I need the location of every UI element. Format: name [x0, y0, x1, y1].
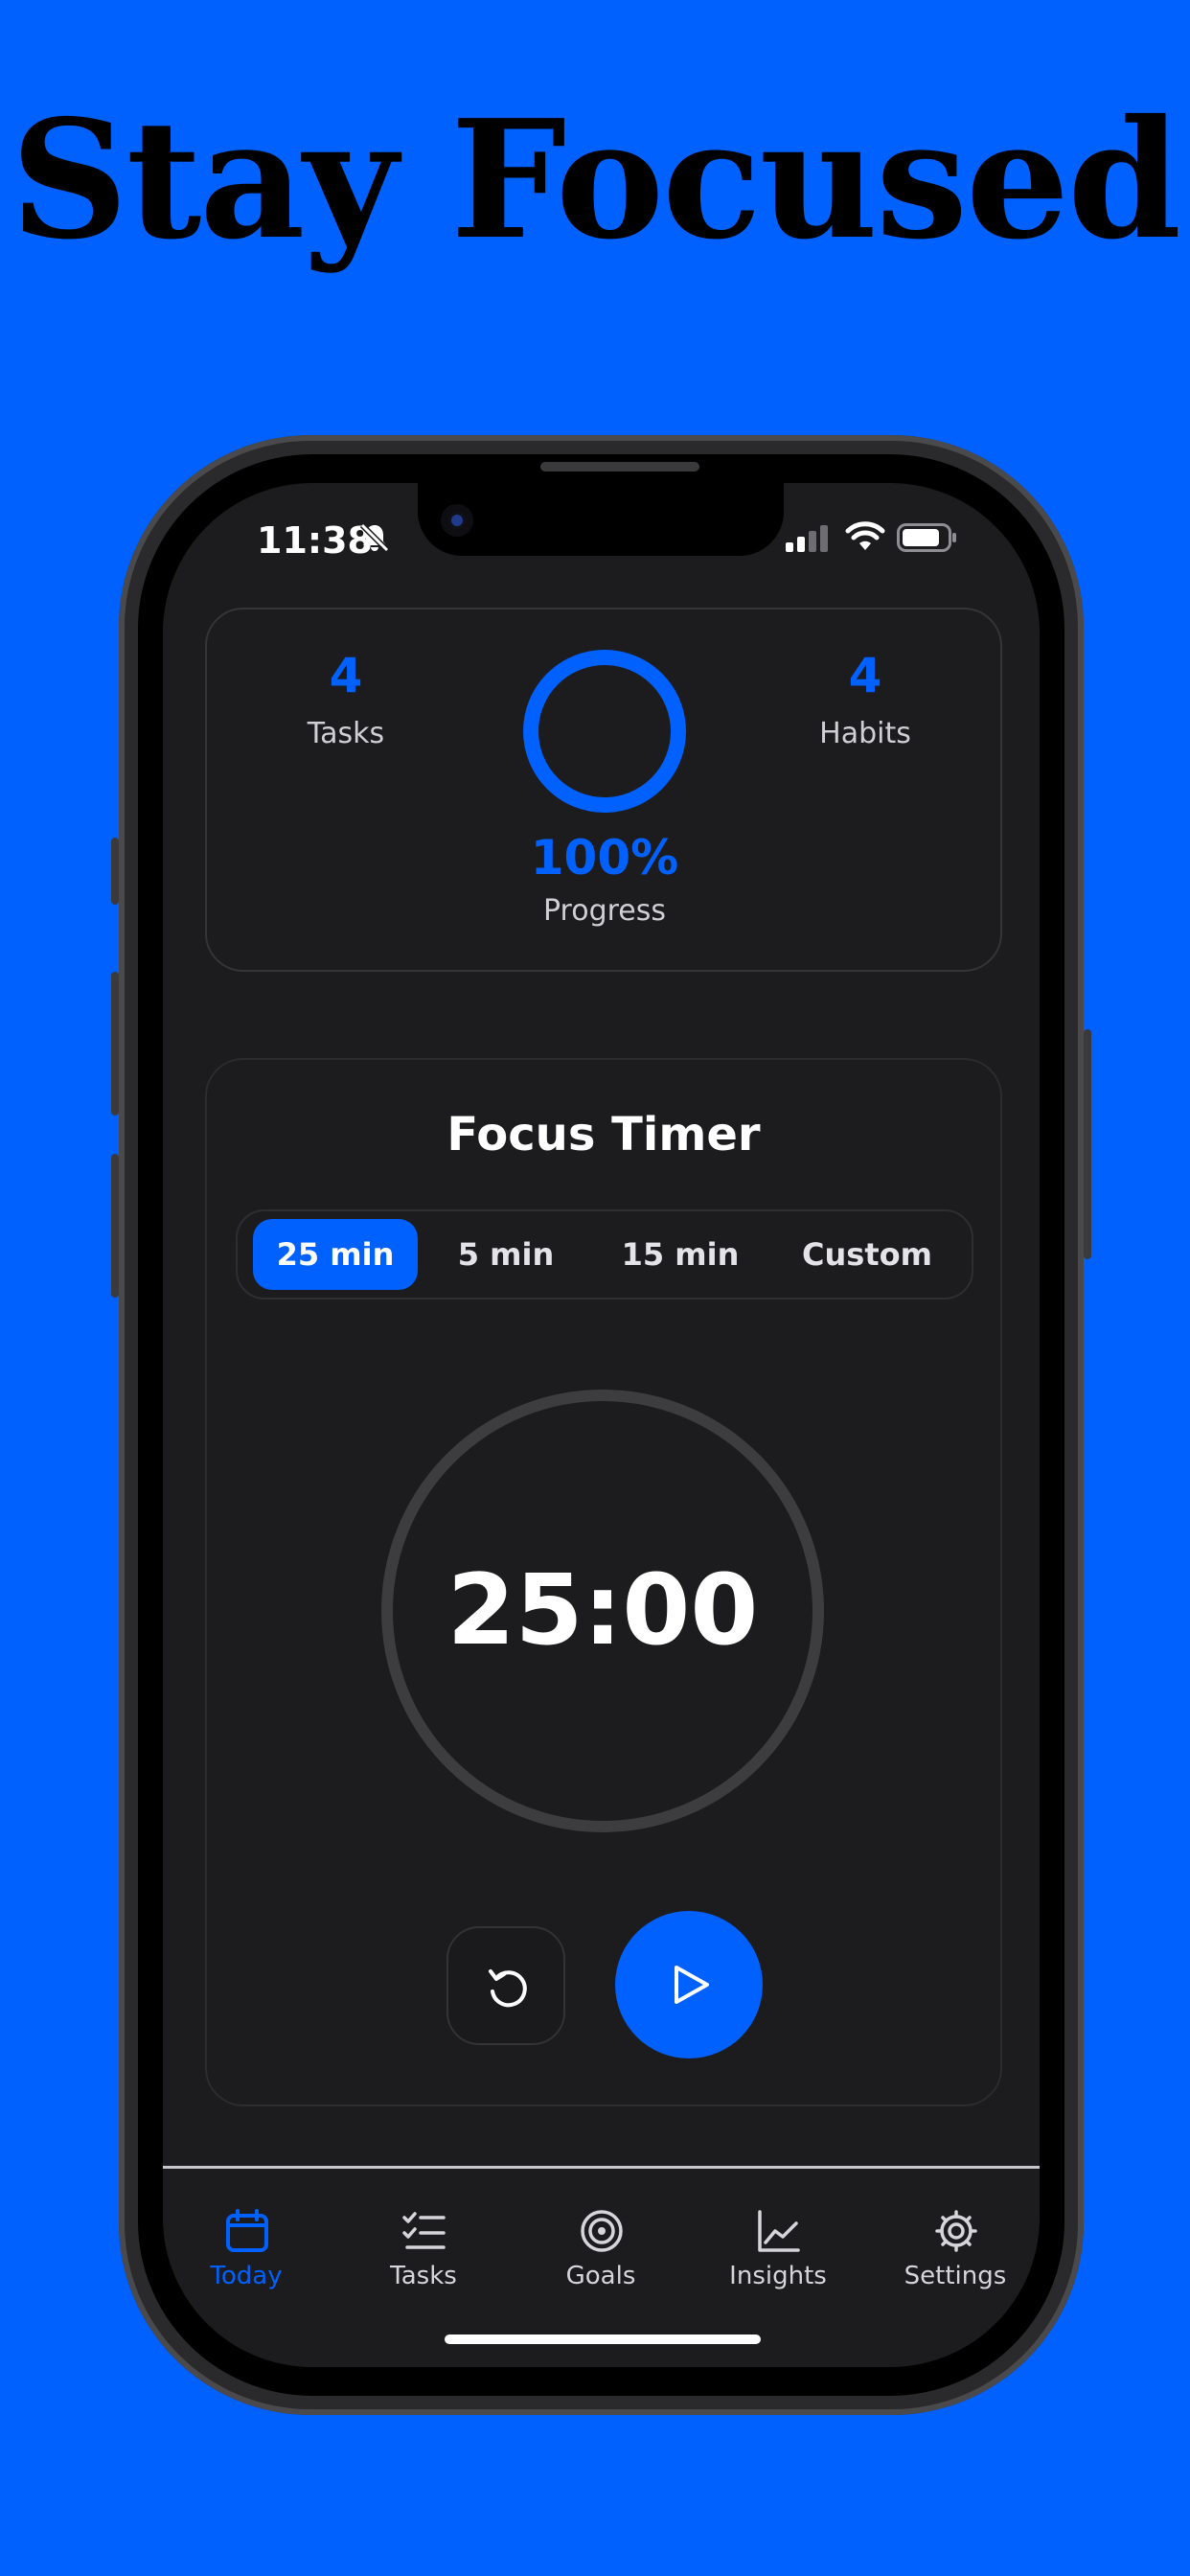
silent-switch: [111, 838, 119, 905]
tasks-label: Tasks: [307, 717, 385, 750]
tab-today-label: Today: [210, 2262, 283, 2290]
volume-up-button: [111, 972, 119, 1116]
timer-display: 25:00: [446, 1553, 759, 1668]
app-screen: 11:38 4 Tasks 4 Habits 100% Progress Foc…: [163, 483, 1040, 2367]
target-icon: [581, 2210, 623, 2252]
chart-icon: [758, 2210, 800, 2252]
tab-settings[interactable]: Settings: [874, 2208, 1037, 2294]
tab-insights[interactable]: Insights: [697, 2208, 859, 2294]
stats-card: 4 Tasks 4 Habits 100% Progress: [205, 608, 1002, 972]
volume-down-button: [111, 1154, 119, 1298]
reset-button[interactable]: [446, 1926, 565, 2045]
duration-selector: 25 min 5 min 15 min Custom: [236, 1209, 973, 1300]
headline: Stay Focused: [10, 84, 1181, 276]
tab-goals-label: Goals: [565, 2262, 636, 2290]
timer-ring: 25:00: [381, 1390, 824, 1832]
battery-icon: [897, 523, 958, 556]
checklist-icon: [402, 2212, 446, 2249]
duration-option-5-min[interactable]: 5 min: [429, 1219, 583, 1290]
progress-percent: 100%: [530, 830, 679, 886]
tab-insights-label: Insights: [729, 2262, 827, 2290]
wifi-icon: [845, 521, 885, 556]
calendar-icon: [226, 2209, 268, 2252]
status-time: 11:38: [257, 519, 373, 562]
focus-timer-card: Focus Timer 25 min 5 min 15 min Custom 2…: [205, 1058, 1002, 2106]
phone-frame: 11:38 4 Tasks 4 Habits 100% Progress Foc…: [111, 435, 1091, 2415]
camera-icon: [441, 504, 473, 537]
duration-option-25-min[interactable]: 25 min: [253, 1219, 418, 1290]
home-indicator: [445, 2334, 761, 2344]
phone-bezel: 11:38 4 Tasks 4 Habits 100% Progress Foc…: [138, 454, 1064, 2396]
gear-icon: [935, 2210, 977, 2252]
habits-count: 4: [848, 648, 882, 703]
tasks-count: 4: [329, 648, 363, 703]
progress-label: Progress: [542, 894, 667, 928]
tab-today[interactable]: Today: [165, 2208, 328, 2294]
play-button[interactable]: [615, 1911, 763, 2058]
tab-tasks-label: Tasks: [390, 2262, 457, 2290]
duration-option-15-min[interactable]: 15 min: [594, 1219, 767, 1290]
tab-goals[interactable]: Goals: [519, 2208, 682, 2294]
earpiece: [540, 462, 699, 472]
notch: [418, 483, 784, 556]
habits-label: Habits: [819, 717, 911, 750]
play-icon: [675, 1966, 709, 2004]
tab-tasks[interactable]: Tasks: [342, 2208, 505, 2294]
tab-settings-label: Settings: [904, 2262, 1007, 2290]
duration-option-custom[interactable]: Custom: [776, 1219, 958, 1290]
reset-icon: [489, 1969, 527, 2008]
bell-slash-icon: [358, 521, 391, 558]
progress-ring: [523, 650, 686, 813]
cellular-signal-icon: [786, 525, 832, 556]
power-button: [1084, 1029, 1091, 1259]
focus-timer-title: Focus Timer: [446, 1108, 761, 1162]
tab-bar-divider: [163, 2166, 1040, 2169]
